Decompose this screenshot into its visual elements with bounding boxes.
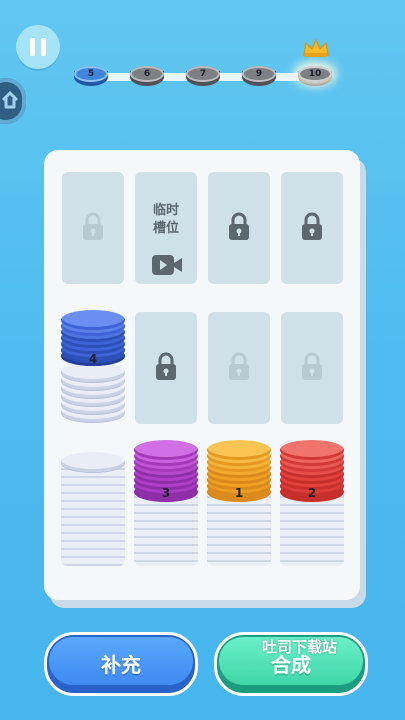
- lock-icon: [302, 212, 322, 240]
- locked-slot[interactable]: [62, 172, 124, 284]
- video-icon: [152, 255, 182, 275]
- temp-slot-label: 临时 槽位: [152, 203, 179, 236]
- level-node-goal: 10: [298, 66, 332, 88]
- level-node-current: 5: [74, 66, 108, 88]
- temp-slot[interactable]: 临时 槽位: [135, 172, 197, 284]
- lock-icon: [229, 352, 249, 380]
- refill-button[interactable]: 补充: [44, 632, 198, 696]
- locked-slot[interactable]: [135, 312, 197, 424]
- watermark: 吐司下载站: [262, 638, 338, 656]
- coin-stack-purple[interactable]: 3: [134, 440, 198, 566]
- locked-slot[interactable]: [281, 312, 343, 424]
- lock-icon: [229, 212, 249, 240]
- coin-stack-blue: 4: [61, 310, 125, 424]
- refill-button-label: 补充: [101, 653, 141, 677]
- lock-icon: [302, 352, 322, 380]
- level-node: 7: [186, 66, 220, 88]
- locked-slot[interactable]: [208, 172, 270, 284]
- lock-icon: [83, 212, 103, 240]
- crown-icon: [303, 38, 329, 57]
- app-logo: [4, 2, 34, 16]
- side-menu-tab[interactable]: [0, 78, 26, 124]
- level-node: 6: [130, 66, 164, 88]
- locked-slot[interactable]: [208, 312, 270, 424]
- coin-stack-red[interactable]: 2: [280, 440, 344, 566]
- level-node: 9: [242, 66, 276, 88]
- stack-slot[interactable]: 4: [61, 310, 125, 424]
- coin-stack-white[interactable]: [61, 452, 125, 566]
- locked-slot[interactable]: [281, 172, 343, 284]
- home-icon: [1, 91, 19, 109]
- pause-button[interactable]: [16, 25, 60, 69]
- game-board: 临时 槽位 4 3 1 2: [44, 150, 360, 600]
- lock-icon: [156, 352, 176, 380]
- coin-stack-orange[interactable]: 1: [207, 440, 271, 566]
